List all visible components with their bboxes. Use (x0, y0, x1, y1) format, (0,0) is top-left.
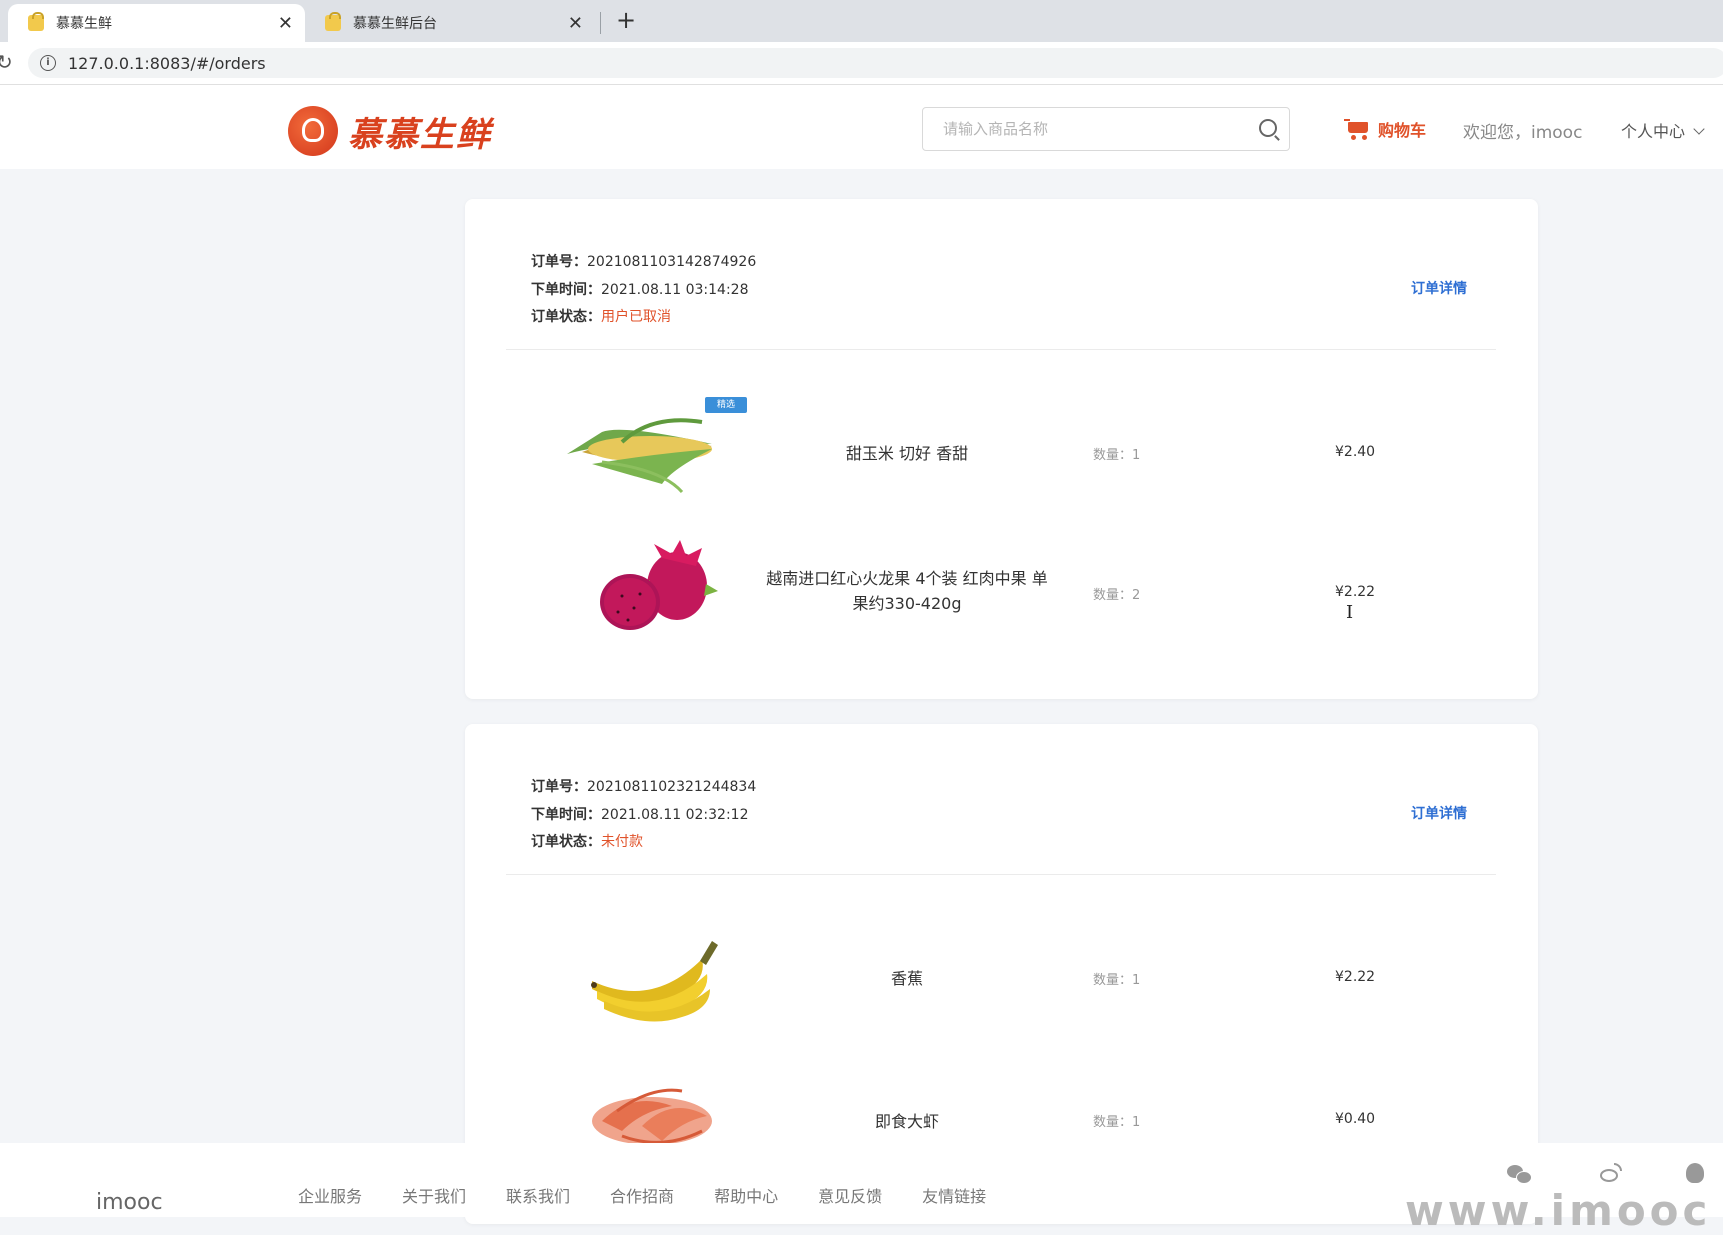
footer-link[interactable]: 合作招商 (610, 1183, 674, 1207)
site-header: 慕慕生鲜 购物车 欢迎您，imooc 个人中心 (0, 85, 1723, 169)
order-time: 2021.08.11 02:32:12 (601, 806, 749, 823)
order-time-label: 下单时间： (531, 281, 601, 298)
cart-button[interactable]: 购物车 (1344, 117, 1426, 141)
weibo-icon[interactable] (1598, 1163, 1622, 1185)
site-footer: imooc 企业服务 关于我们 联系我们 合作招商 帮助中心 意见反馈 友情链接… (0, 1143, 1723, 1235)
welcome-text: 欢迎您，imooc (1463, 123, 1583, 143)
close-icon[interactable]: ✕ (278, 13, 293, 34)
footer-brand: imooc (96, 1190, 163, 1215)
order-no-label: 订单号： (531, 254, 587, 270)
item-price: ¥2.40 (1335, 444, 1376, 460)
search-icon[interactable] (1259, 119, 1277, 137)
search-input[interactable] (941, 119, 1245, 139)
site-logo[interactable]: 慕慕生鲜 (288, 106, 492, 156)
order-time: 2021.08.11 03:14:28 (601, 281, 749, 298)
order-detail-link[interactable]: 订单详情 (1411, 278, 1467, 298)
footer-link[interactable]: 企业服务 (298, 1183, 362, 1207)
order-item: 越南进口红心火龙果 4个装 红肉中果 单果约330-420g 数量：2 ¥2.2… (465, 536, 1538, 656)
url-field[interactable]: i 127.0.0.1:8083/#/orders (28, 48, 1723, 78)
order-card: 订单号：2021081103142874926 下单时间：2021.08.11 … (465, 199, 1538, 699)
tab-title: 慕慕生鲜 (56, 16, 112, 32)
dragonfruit-image (600, 540, 718, 630)
order-time-label: 下单时间： (531, 806, 601, 823)
order-status: 未付款 (601, 834, 643, 850)
item-qty: 数量：2 (1093, 588, 1141, 603)
divider (506, 349, 1496, 350)
cart-icon (1344, 119, 1370, 140)
search-box (922, 107, 1290, 151)
user-center-menu[interactable]: 个人中心 (1621, 118, 1705, 142)
footer-link[interactable]: 友情链接 (922, 1183, 986, 1207)
footer-link[interactable]: 联系我们 (506, 1183, 570, 1207)
new-tab-button[interactable]: + (616, 6, 636, 34)
text-cursor-icon: I (1346, 602, 1354, 623)
item-price: ¥0.40 (1335, 1111, 1376, 1127)
order-status-label: 订单状态： (531, 309, 601, 325)
chevron-down-icon (1693, 123, 1705, 135)
item-price: ¥2.22 (1335, 969, 1376, 985)
footer-link[interactable]: 帮助中心 (714, 1183, 778, 1207)
qq-icon[interactable] (1683, 1163, 1707, 1185)
item-name[interactable]: 甜玉米 切好 香甜 (766, 441, 1048, 466)
logo-text: 慕慕生鲜 (348, 114, 492, 155)
order-meta: 订单号：2021081103142874926 下单时间：2021.08.11 … (531, 249, 756, 332)
url-text[interactable]: 127.0.0.1:8083/#/orders (68, 54, 266, 73)
order-detail-link[interactable]: 订单详情 (1411, 803, 1467, 823)
item-qty: 数量：1 (1093, 973, 1141, 988)
footer-links: 企业服务 关于我们 联系我们 合作招商 帮助中心 意见反馈 友情链接 (298, 1183, 1026, 1207)
banana-image (591, 941, 718, 1022)
address-bar: ↻ i 127.0.0.1:8083/#/orders (0, 42, 1723, 85)
close-icon[interactable]: ✕ (568, 13, 583, 34)
footer-link[interactable]: 关于我们 (402, 1183, 466, 1207)
browser-tab-admin[interactable]: 慕慕生鲜后台 ✕ (305, 4, 595, 42)
item-qty: 数量：1 (1093, 1115, 1141, 1130)
shopping-bag-icon (325, 12, 341, 31)
divider (506, 874, 1496, 875)
order-status: 用户已取消 (601, 309, 671, 325)
wechat-icon[interactable] (1507, 1163, 1532, 1185)
order-item: 香蕉 数量：1 ¥2.22 (465, 919, 1538, 1039)
cart-label: 购物车 (1378, 121, 1427, 140)
reload-icon[interactable]: ↻ (0, 50, 13, 74)
order-status-label: 订单状态： (531, 834, 601, 850)
logo-emblem-icon (288, 106, 338, 156)
featured-badge: 精选 (705, 397, 747, 413)
shopping-bag-icon (28, 12, 44, 31)
order-no: 2021081102321244834 (587, 779, 757, 795)
item-qty: 数量：1 (1093, 448, 1141, 463)
item-price: ¥2.22 (1335, 584, 1376, 600)
order-no: 2021081103142874926 (587, 254, 757, 270)
browser-tab-active[interactable]: 慕慕生鲜 ✕ (8, 4, 305, 42)
footer-link[interactable]: 意见反馈 (818, 1183, 882, 1207)
info-icon[interactable]: i (40, 55, 56, 71)
item-name[interactable]: 越南进口红心火龙果 4个装 红肉中果 单果约330-420g (766, 566, 1048, 616)
watermark: www.imooc (1405, 1186, 1712, 1235)
order-meta: 订单号：2021081102321244834 下单时间：2021.08.11 … (531, 774, 756, 857)
order-no-label: 订单号： (531, 779, 587, 795)
user-center-label: 个人中心 (1621, 122, 1686, 141)
tab-separator (600, 12, 601, 34)
tab-title: 慕慕生鲜后台 (353, 16, 437, 32)
item-name[interactable]: 即食大虾 (766, 1109, 1048, 1134)
item-name[interactable]: 香蕉 (766, 966, 1048, 991)
browser-tab-bar: 慕慕生鲜 ✕ 慕慕生鲜后台 ✕ + (0, 0, 1723, 42)
order-item: 精选 甜玉米 切好 香甜 数量：1 ¥2.40 (465, 394, 1538, 514)
